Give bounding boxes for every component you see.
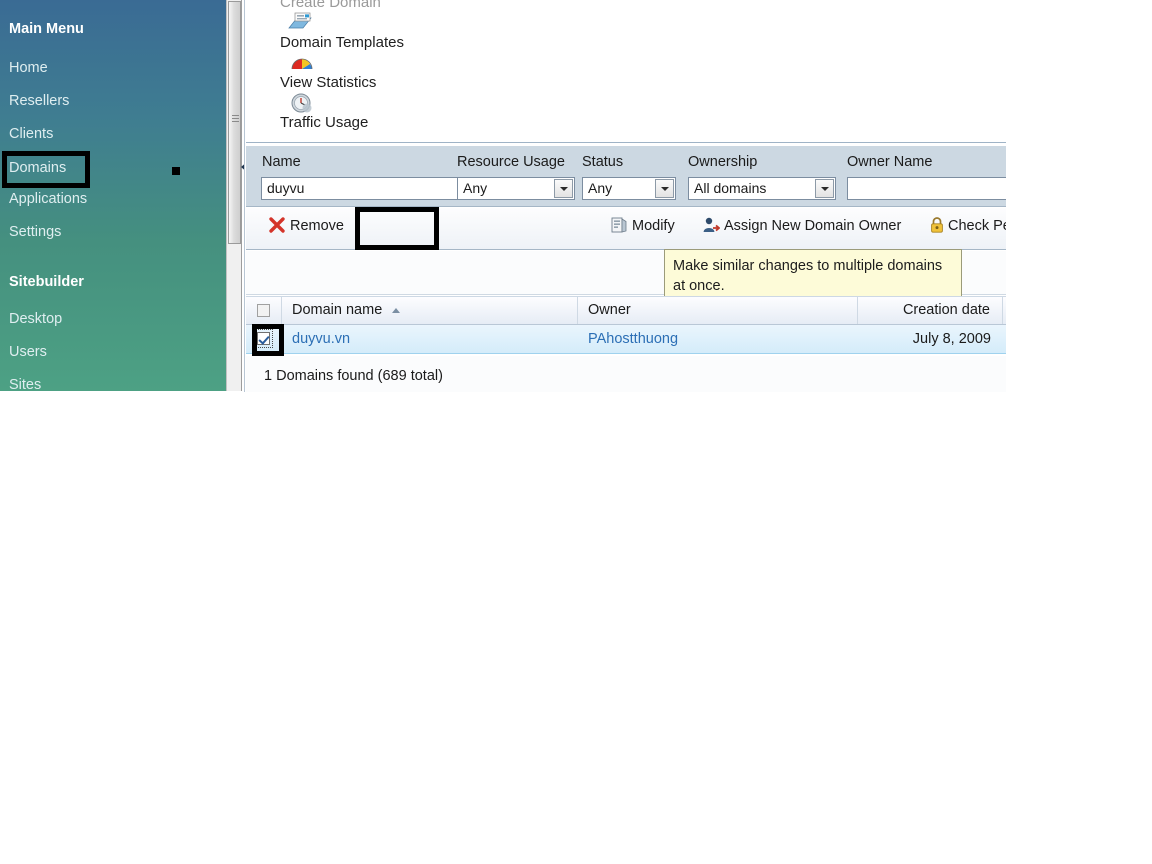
row-domain-name-cell: duyvu.vn: [282, 325, 578, 353]
action-toolbar: Remove Modify Assign New Domain Owner Ch…: [246, 208, 1006, 250]
row-checkbox[interactable]: [257, 332, 270, 345]
filter-label-status: Status: [582, 154, 624, 170]
filter-select-resource-usage[interactable]: Any: [457, 177, 575, 200]
app-window: Main Menu Home Resellers Clients Domains…: [0, 0, 1152, 864]
view-statistics-icon: [291, 58, 313, 70]
assign-new-domain-owner-icon: [703, 217, 720, 232]
shortcut-traffic-usage[interactable]: Traffic Usage: [280, 114, 368, 131]
sidebar-item-settings[interactable]: Settings: [0, 216, 61, 249]
sidebar-item-home[interactable]: Home: [0, 52, 48, 85]
row-select-cell[interactable]: [246, 325, 282, 353]
row-creation-date-cell: July 8, 2009: [912, 331, 991, 347]
header-label: Owner: [588, 302, 631, 318]
results-count-bottom: 1 Domains found (689 total): [264, 368, 443, 384]
header-domain-name[interactable]: Domain name: [282, 297, 578, 324]
filter-select-ownership[interactable]: All domains: [688, 177, 836, 200]
sidebar-heading-sitebuilder: Sitebuilder: [9, 274, 84, 290]
domains-table: Domain name Owner Creation date duyvu.vn: [246, 296, 1006, 354]
sidebar-item-applications[interactable]: Applications: [0, 183, 87, 216]
assign-new-domain-owner-button[interactable]: Assign New Domain Owner: [724, 218, 901, 234]
filter-label-resource-usage: Resource Usage: [457, 154, 565, 170]
sidebar-item-label: Desktop: [9, 311, 63, 327]
sidebar-item-resellers[interactable]: Resellers: [0, 85, 69, 118]
filter-select-value: Any: [588, 180, 613, 196]
domain-name-link[interactable]: duyvu.vn: [292, 331, 350, 347]
row-extra-cell: [1003, 325, 1006, 353]
shortcut-panel: Create Domain Domain Templates View Stat…: [246, 0, 1006, 143]
sidebar-heading-main-menu: Main Menu: [9, 21, 84, 37]
chevron-down-icon[interactable]: [655, 179, 674, 198]
header-owner[interactable]: Owner: [578, 297, 858, 324]
header-select-all[interactable]: [246, 297, 282, 324]
sidebar-item-domains[interactable]: Domains: [0, 152, 66, 185]
filter-label-name: Name: [262, 154, 301, 170]
filter-select-value: All domains: [694, 180, 767, 196]
filter-input-name[interactable]: duyvu: [261, 177, 461, 200]
filter-label-ownership: Ownership: [688, 154, 758, 170]
sidebar-scrollbar[interactable]: [226, 0, 242, 391]
filter-input-owner-name[interactable]: [847, 177, 1006, 200]
table-header-row: Domain name Owner Creation date: [246, 296, 1006, 325]
sidebar-item-label: Settings: [9, 224, 62, 240]
header-creation-date[interactable]: Creation date: [858, 297, 1003, 324]
modify-icon: [611, 217, 627, 233]
check-permissions-button[interactable]: Check Permissions: [948, 218, 1006, 234]
remove-icon: [269, 217, 285, 233]
sidebar: Main Menu Home Resellers Clients Domains…: [0, 0, 226, 391]
remove-button[interactable]: Remove: [290, 218, 344, 234]
domain-templates-icon: [288, 12, 312, 29]
sidebar-item-label: Domains: [9, 160, 67, 176]
sort-ascending-icon: [392, 307, 401, 313]
sidebar-item-label: Clients: [9, 126, 54, 142]
sidebar-item-sites[interactable]: Sites: [0, 369, 41, 391]
table-row[interactable]: duyvu.vn PAhostthuong July 8, 2009: [246, 325, 1006, 354]
chevron-down-icon[interactable]: [815, 179, 834, 198]
chevron-down-icon[interactable]: [554, 179, 573, 198]
scrollbar-grip-icon: [232, 115, 239, 122]
sidebar-item-desktop[interactable]: Desktop: [0, 303, 62, 336]
row-owner-cell: PAhostthuong: [578, 325, 858, 353]
filter-select-status[interactable]: Any: [582, 177, 676, 200]
sidebar-item-label: Home: [9, 60, 48, 76]
filter-select-value: Any: [463, 180, 488, 196]
filter-panel: Name duyvu Resource Usage Any Status Any…: [246, 145, 1006, 207]
modify-button[interactable]: Modify: [632, 218, 675, 234]
filter-label-owner-name: Owner Name: [847, 154, 933, 170]
sidebar-item-clients[interactable]: Clients: [0, 118, 53, 151]
owner-link[interactable]: PAhostthuong: [588, 331, 678, 347]
sidebar-item-label: Resellers: [9, 93, 70, 109]
shortcut-create-domain[interactable]: Create Domain: [280, 0, 381, 11]
sidebar-item-users[interactable]: Users: [0, 336, 47, 369]
main-content: Create Domain Domain Templates View Stat…: [244, 0, 1006, 392]
header-extra-column: [1003, 297, 1006, 324]
check-permissions-icon: [931, 217, 943, 233]
shortcut-domain-templates[interactable]: Domain Templates: [280, 34, 404, 51]
select-all-checkbox[interactable]: [257, 304, 270, 317]
traffic-usage-icon: [291, 93, 312, 113]
shortcut-view-statistics[interactable]: View Statistics: [280, 74, 376, 91]
header-label: Creation date: [902, 302, 990, 318]
sidebar-item-label: Users: [9, 344, 47, 360]
sidebar-scrollbar-thumb[interactable]: [228, 1, 241, 244]
annotation-dot-marker: [172, 167, 180, 175]
header-label: Domain name: [292, 302, 383, 318]
table-footer: 1 Domains found (689 total): [246, 356, 1006, 392]
sidebar-item-label: Applications: [9, 191, 88, 207]
sidebar-item-label: Sites: [9, 377, 42, 391]
tooltip-modify: Make similar changes to multiple domains…: [664, 249, 962, 300]
